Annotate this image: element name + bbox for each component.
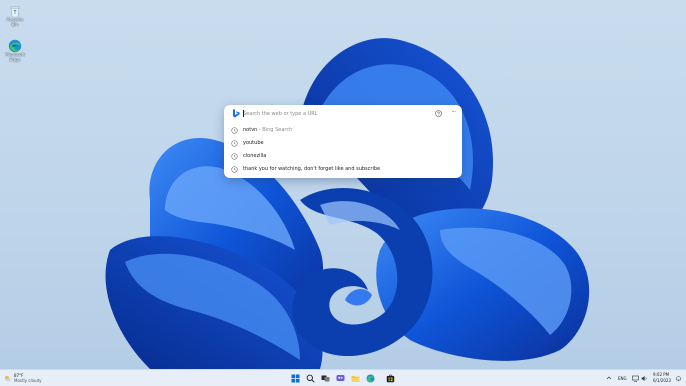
desktop-icon-microsoft-edge[interactable]: Microsoft Edge (3, 38, 27, 63)
file-explorer-icon[interactable] (351, 374, 360, 383)
search-row: ··· (224, 105, 462, 122)
history-icon (231, 166, 238, 173)
taskbar: 87°F Mostly cloudy ENG 9:02 PM 6/1/2023 (0, 369, 686, 386)
suggestion-query: notvn (243, 127, 258, 133)
desktop-icon-recycle-bin[interactable]: Recycle Bin (3, 3, 27, 28)
store-icon[interactable] (386, 374, 395, 383)
volume-icon[interactable] (641, 375, 648, 382)
clock-time[interactable]: 9:02 PM (653, 372, 669, 377)
suggestion-item[interactable]: youtube (224, 137, 462, 150)
recycle-bin-icon (8, 3, 22, 18)
address-bar-dropdown: ··· notvn - Bing Search youtube (224, 105, 462, 178)
notification-icon[interactable] (675, 375, 682, 382)
network-icon[interactable] (632, 375, 639, 382)
more-icon[interactable]: ··· (449, 110, 458, 117)
language-indicator[interactable]: ENG (618, 376, 627, 381)
desktop-icon-label: Recycle Bin (6, 18, 24, 28)
bing-icon (233, 109, 240, 118)
edge-icon (8, 38, 22, 53)
weather-condition: Mostly cloudy (14, 378, 42, 383)
help-icon[interactable] (435, 110, 442, 117)
suggestion-query: clonezilla (243, 153, 267, 159)
search-icon[interactable] (306, 374, 315, 383)
chat-icon[interactable] (336, 374, 345, 383)
windows-start-icon[interactable] (291, 374, 300, 383)
history-icon (231, 153, 238, 160)
chevron-up-icon[interactable] (606, 375, 612, 381)
bloom-wallpaper (105, 38, 590, 369)
suggestion-item[interactable]: clonezilla (224, 150, 462, 163)
desktop-icon-label: Microsoft Edge (5, 53, 25, 63)
search-input[interactable] (243, 108, 403, 119)
suggestion-query: thank you for watching, don't forget lik… (243, 166, 381, 172)
suggestion-item[interactable]: notvn - Bing Search (224, 124, 462, 137)
text-caret (243, 110, 244, 117)
history-icon (231, 140, 238, 147)
desktop: Recycle Bin Microsoft Edge ··· (0, 0, 686, 369)
history-icon (231, 127, 238, 134)
clock-date[interactable]: 6/1/2023 (653, 378, 671, 383)
suggestion-hint: - Bing Search (257, 127, 293, 133)
edge-icon[interactable] (366, 374, 375, 383)
suggestion-query: youtube (243, 140, 264, 146)
suggestion-list: notvn - Bing Search youtube clonezilla t… (224, 124, 462, 176)
partly-cloudy-icon (5, 376, 11, 382)
suggestion-text: notvn - Bing Search (243, 127, 292, 134)
task-view-icon[interactable] (321, 374, 330, 383)
suggestion-item[interactable]: thank you for watching, don't forget lik… (224, 163, 462, 176)
